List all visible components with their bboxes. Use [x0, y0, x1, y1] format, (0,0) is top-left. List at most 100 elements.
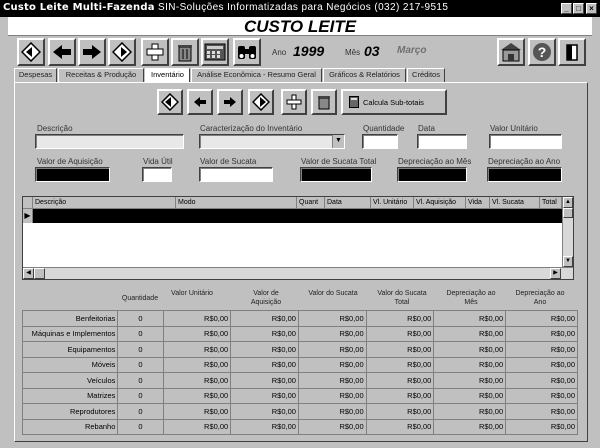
add-button[interactable] — [141, 38, 169, 66]
scroll-down-icon[interactable]: ▼ — [563, 256, 573, 267]
table-row: Móveis 0 R$0,00 R$0,00 R$0,00 R$0,00 R$0,00 R$0… — [21, 356, 578, 373]
value-cell: R$0,00 — [433, 418, 507, 435]
depreciacao-ano-input[interactable] — [487, 167, 562, 182]
col-modo[interactable]: Modo — [176, 197, 297, 209]
plus-icon — [286, 94, 302, 110]
next-button[interactable] — [78, 38, 106, 66]
horizontal-scrollbar[interactable]: ◀ ▶ — [23, 267, 573, 279]
col-vida[interactable]: Vida — [466, 197, 490, 209]
descricao-label: Descrição — [37, 124, 73, 133]
sub-first-button[interactable] — [157, 89, 183, 115]
ano-label: Ano — [272, 48, 287, 57]
exit-button[interactable] — [558, 38, 586, 66]
help-button[interactable]: ? — [528, 38, 556, 66]
calcula-subtotais-button[interactable]: Calcula Sub-totais — [341, 89, 447, 115]
sub-last-button[interactable] — [248, 89, 274, 115]
scroll-left-icon[interactable]: ◀ — [23, 268, 34, 279]
row-selector-arrow-icon[interactable]: ▶ — [23, 209, 33, 223]
delete-button[interactable] — [171, 38, 199, 66]
value-cell: R$0,00 — [505, 418, 578, 435]
inventory-grid[interactable]: Descrição Modo Quant Data Vl. Unitário V… — [22, 196, 574, 280]
vida-util-input[interactable] — [142, 167, 172, 182]
value-cell: R$0,00 — [365, 341, 435, 358]
value-cell: R$0,00 — [162, 403, 232, 420]
valor-aquisicao-input[interactable] — [35, 167, 110, 182]
col-vl-sucata[interactable]: Vl. Sucata — [490, 197, 540, 209]
trash-icon — [178, 45, 192, 62]
col-data[interactable]: Data — [325, 197, 371, 209]
h-scroll-thumb[interactable] — [34, 268, 45, 279]
quantidade-cell: 0 — [117, 418, 164, 435]
scroll-up-icon[interactable]: ▲ — [563, 197, 573, 208]
col-quant[interactable]: Quant — [297, 197, 325, 209]
depreciacao-mes-input[interactable] — [397, 167, 467, 182]
quantidade-cell: 0 — [117, 403, 164, 420]
col-vl-unitario[interactable]: Vl. Unitário — [371, 197, 414, 209]
sub-previous-button[interactable] — [187, 89, 213, 115]
maximize-button[interactable]: □ — [573, 3, 584, 14]
tab-despesas[interactable]: Despesas — [14, 68, 57, 82]
last-icon — [112, 42, 132, 62]
sum-header-valor-sucata: Valor do Sucata — [308, 290, 358, 297]
caracterizacao-select[interactable]: ▼ — [199, 134, 345, 149]
mes-label: Mês — [345, 48, 361, 57]
scroll-thumb[interactable] — [563, 208, 573, 218]
calculator-icon — [349, 96, 359, 108]
value-cell: R$0,00 — [162, 356, 232, 373]
tab-receitas[interactable]: Receitas & Produção — [58, 68, 144, 82]
vertical-scrollbar[interactable]: ▲ ▼ — [562, 197, 573, 267]
quantidade-cell: 0 — [117, 372, 164, 389]
value-cell: R$0,00 — [297, 418, 367, 435]
sub-delete-button[interactable] — [311, 89, 337, 115]
title-bar: Custo Leite Multi-Fazenda SIN-Soluções I… — [0, 0, 600, 17]
table-row: Máquinas e Implementos 0 R$0,00 R$0,00 R$0,0… — [21, 325, 578, 342]
quantidade-cell: 0 — [117, 325, 164, 342]
valor-sucata-total-input[interactable] — [300, 167, 372, 182]
sum-header-depreciacao-mes: Depreciação ao Mês — [446, 290, 496, 306]
sum-header-quantidade: Quantidade — [121, 295, 159, 302]
valor-sucata-label: Valor de Sucata — [200, 157, 257, 166]
valor-unitario-label: Valor Unitário — [490, 124, 538, 133]
value-cell: R$0,00 — [433, 325, 507, 342]
table-row[interactable] — [33, 209, 562, 223]
previous-button[interactable] — [48, 38, 76, 66]
value-cell: R$0,00 — [162, 418, 232, 435]
descricao-input[interactable] — [35, 134, 184, 149]
row-label: Rebanho — [21, 418, 119, 435]
col-vl-aquisicao[interactable]: Vl. Aquisição — [414, 197, 466, 209]
value-cell: R$0,00 — [230, 356, 299, 373]
row-label: Equipamentos — [21, 341, 119, 358]
value-cell: R$0,00 — [297, 310, 367, 327]
sub-next-button[interactable] — [217, 89, 243, 115]
quantidade-cell: 0 — [117, 310, 164, 327]
value-cell: R$0,00 — [365, 310, 435, 327]
tab-analise[interactable]: Análise Econômica - Resumo Geral — [191, 68, 322, 82]
value-cell: R$0,00 — [433, 356, 507, 373]
farm-button[interactable] — [497, 38, 525, 66]
scroll-right-icon[interactable]: ▶ — [550, 268, 561, 279]
valor-sucata-input[interactable] — [199, 167, 273, 182]
data-input[interactable] — [417, 134, 467, 149]
col-total[interactable]: Total — [540, 197, 562, 209]
tab-creditos[interactable]: Créditos — [407, 68, 445, 82]
chevron-down-icon[interactable]: ▼ — [332, 135, 344, 148]
calculator-button[interactable] — [201, 38, 229, 66]
minimize-button[interactable]: _ — [561, 3, 572, 14]
col-descricao[interactable]: Descrição — [33, 197, 176, 209]
value-cell: R$0,00 — [505, 341, 578, 358]
quantidade-input[interactable] — [362, 134, 398, 149]
search-button[interactable] — [233, 38, 261, 66]
value-cell: R$0,00 — [365, 372, 435, 389]
depreciacao-mes-label: Depreciação ao Mês — [398, 157, 472, 166]
quantidade-cell: 0 — [117, 387, 164, 404]
data-label: Data — [418, 124, 435, 133]
summary-table: Benfeitorias 0 R$0,00 R$0,00 R$0,00 R$0,00 R$0… — [21, 310, 578, 435]
first-record-button[interactable] — [17, 38, 45, 66]
tab-inventario[interactable]: Inventário — [145, 68, 190, 83]
valor-unitario-input[interactable] — [489, 134, 562, 149]
close-button[interactable]: × — [586, 3, 597, 14]
tab-graficos[interactable]: Gráficos & Relatórios — [323, 68, 406, 82]
sub-add-button[interactable] — [281, 89, 307, 115]
last-record-button[interactable] — [108, 38, 136, 66]
row-label: Máquinas e Implementos — [21, 325, 119, 342]
